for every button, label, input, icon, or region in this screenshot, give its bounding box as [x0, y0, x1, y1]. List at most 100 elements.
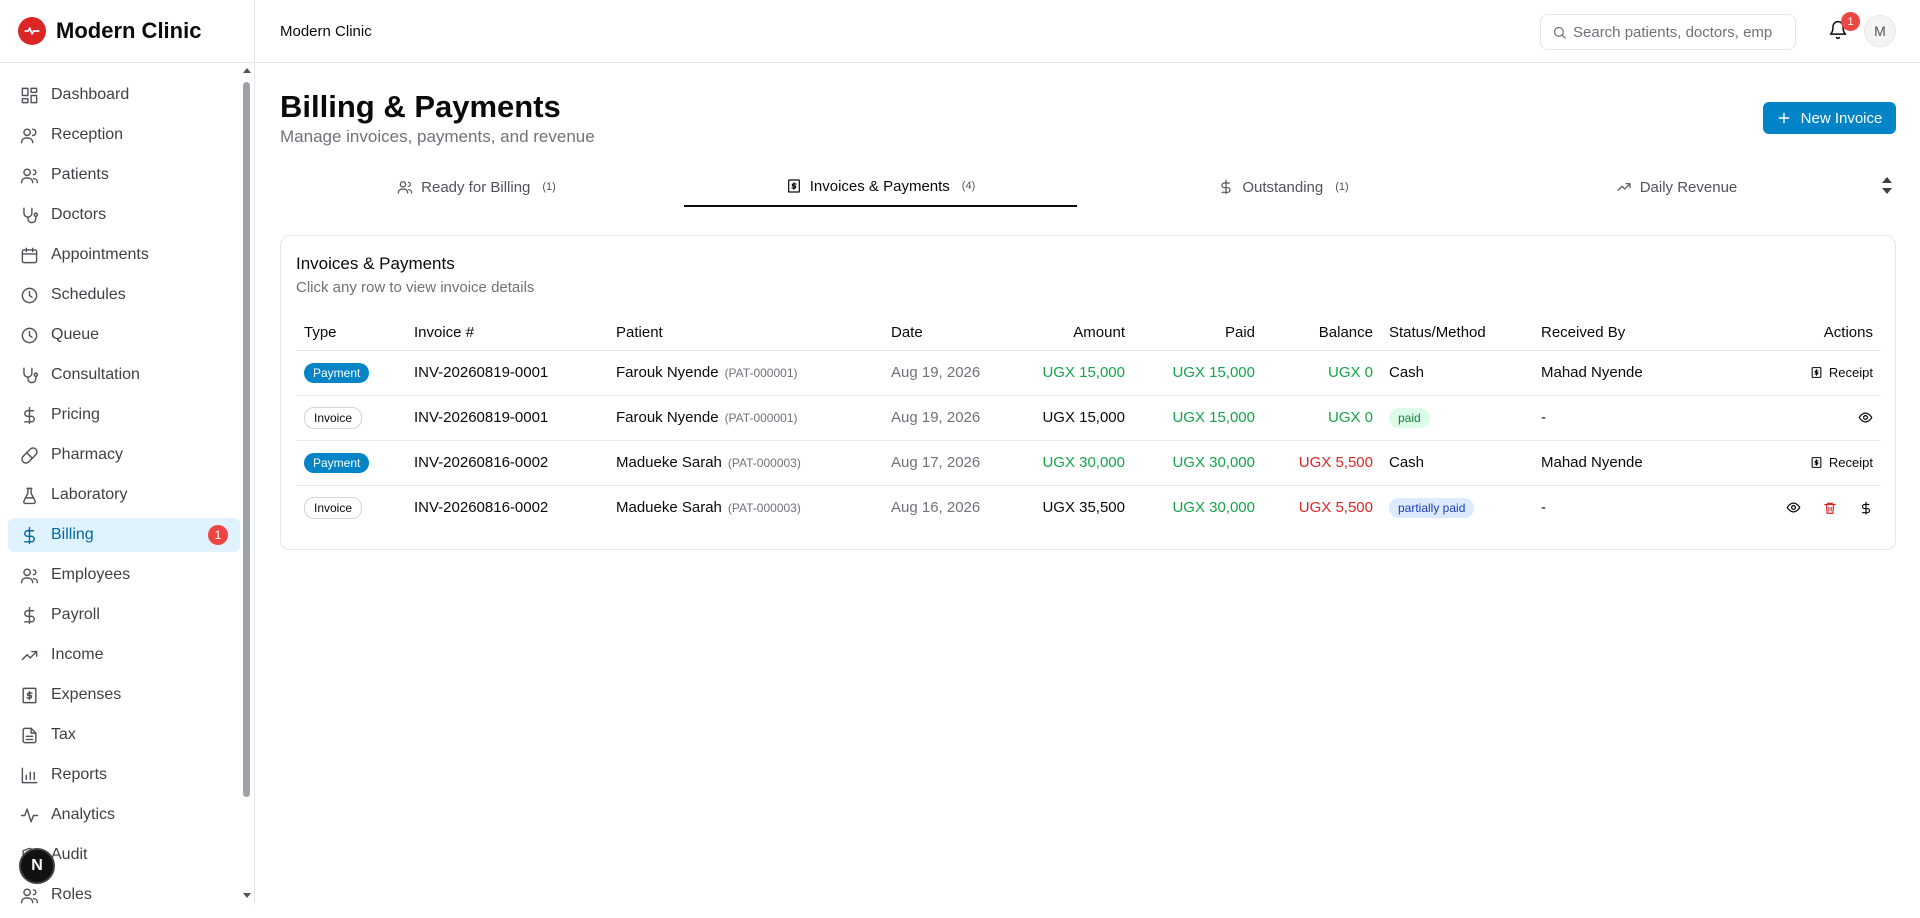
patient-id: (PAT-000001)	[724, 411, 798, 425]
brand[interactable]: Modern Clinic	[0, 0, 254, 63]
column-header-invoice: Invoice #	[406, 316, 608, 351]
sidebar-item-payroll[interactable]: Payroll	[8, 598, 240, 632]
amount-cell: UGX 35,500	[1042, 499, 1125, 517]
sidebar-item-reception[interactable]: Reception	[8, 118, 240, 152]
activity-icon	[20, 807, 39, 823]
sidebar-item-analytics[interactable]: Analytics	[8, 798, 240, 832]
column-header-date: Date	[883, 316, 1003, 351]
status-method-cell: partially paid	[1381, 485, 1533, 530]
record-payment-button[interactable]	[1859, 501, 1873, 515]
receipt-button[interactable]: Receipt	[1810, 455, 1873, 470]
patient-name: Farouk Nyende	[616, 364, 719, 381]
pill-icon	[21, 446, 38, 464]
sidebar-nav: Dashboard Reception Patients Doctors App…	[8, 78, 240, 918]
tab-label: Daily Revenue	[1639, 178, 1738, 196]
header-title: Modern Clinic	[280, 22, 372, 40]
receipt-label: Receipt	[1828, 455, 1873, 470]
type-badge: Payment	[304, 452, 370, 473]
receipt-icon	[1811, 457, 1822, 468]
sidebar-item-pricing[interactable]: Pricing	[8, 398, 240, 432]
tab-count: (1)	[542, 181, 556, 193]
sidebar-scrollbar-thumb[interactable]	[243, 82, 250, 797]
sidebar-scroll-down-arrow[interactable]	[243, 893, 251, 898]
sidebar-item-billing[interactable]: Billing 1	[8, 518, 240, 552]
sidebar-scrollbar[interactable]	[242, 70, 250, 892]
sidebar-item-schedules[interactable]: Schedules	[8, 278, 240, 312]
actions-cell	[1713, 395, 1881, 441]
tab-invoices-payments[interactable]: Invoices & Payments (4)	[684, 167, 1077, 207]
sidebar-item-employees[interactable]: Employees	[8, 558, 240, 592]
amount-cell: UGX 30,000	[1003, 440, 1133, 486]
patient-id: (PAT-000003)	[727, 501, 801, 516]
sidebar-item-income[interactable]: Income	[8, 638, 240, 672]
sidebar-item-pharmacy[interactable]: Pharmacy	[8, 438, 240, 472]
view-button[interactable]	[1858, 410, 1873, 425]
delete-button[interactable]	[1823, 501, 1837, 515]
amount-cell: UGX 15,000	[1003, 350, 1133, 396]
tab-daily-revenue[interactable]: Daily Revenue	[1480, 167, 1873, 207]
clock-icon	[21, 287, 38, 303]
sidebar-item-laboratory[interactable]: Laboratory	[8, 478, 240, 512]
view-button[interactable]	[1786, 500, 1801, 515]
table-row[interactable]: Invoice INV-20260816-0002 Madueke Sarah (…	[296, 485, 1881, 530]
column-header-patient: Patient	[608, 316, 883, 351]
column-header-balance: Balance	[1263, 316, 1381, 351]
sidebar-item-consultation[interactable]: Consultation	[8, 358, 240, 392]
notification-count-badge: 1	[1841, 12, 1860, 31]
invoices-payments-card: Invoices & Payments Click any row to vie…	[280, 235, 1896, 550]
page-title: Billing & Payments	[280, 89, 561, 124]
sidebar-item-dashboard[interactable]: Dashboard	[8, 78, 240, 112]
search-box[interactable]	[1540, 14, 1796, 50]
table-row[interactable]: Payment INV-20260816-0002 Madueke Sarah (…	[296, 440, 1881, 486]
heart-pulse-logo-icon	[18, 17, 46, 45]
dev-tools-badge[interactable]: N	[19, 848, 55, 884]
dollar-icon	[24, 606, 35, 624]
sidebar-item-roles[interactable]: Roles	[8, 878, 240, 912]
plus-icon	[1778, 112, 1790, 124]
sidebar-item-doctors[interactable]: Doctors	[8, 198, 240, 232]
amount-cell: UGX 15,000	[1003, 395, 1133, 441]
patient-id: (PAT-000003)	[727, 456, 801, 470]
table-row[interactable]: Payment INV-20260819-0001 Farouk Nyende (…	[296, 350, 1881, 396]
table-header-row: Type Invoice # Patient Date Amount Paid …	[296, 316, 1881, 351]
paid-cell: UGX 15,000	[1133, 395, 1263, 441]
sidebar-item-patients[interactable]: Patients	[8, 158, 240, 192]
top-header: Modern Clinic 1 M	[256, 0, 1920, 63]
status-method-cell: Cash	[1381, 440, 1533, 486]
chevron-down-icon[interactable]	[1882, 188, 1892, 194]
patient-cell: Farouk Nyende (PAT-000001)	[608, 350, 883, 396]
dollar-icon	[24, 406, 35, 424]
sidebar-item-label: Laboratory	[51, 486, 128, 503]
paid-cell: UGX 30,000	[1172, 499, 1255, 517]
sidebar-item-expenses[interactable]: Expenses	[8, 678, 240, 712]
sidebar-item-queue[interactable]: Queue	[8, 318, 240, 352]
sidebar-item-label: Dashboard	[51, 86, 130, 103]
date-cell: Aug 17, 2026	[883, 440, 1003, 486]
stethoscope-icon	[23, 207, 39, 223]
sidebar-item-reports[interactable]: Reports	[8, 758, 240, 792]
column-header-status-method: Status/Method	[1381, 316, 1533, 351]
sidebar-item-appointments[interactable]: Appointments	[8, 238, 240, 272]
search-icon	[1553, 26, 1566, 39]
sidebar-item-label: Billing	[51, 526, 94, 543]
tab-outstanding[interactable]: Outstanding (1)	[1087, 167, 1480, 207]
patient-id: (PAT-000001)	[724, 366, 798, 380]
search-input[interactable]	[1573, 23, 1783, 41]
balance-cell: UGX 0	[1263, 350, 1381, 396]
tab-ready-for-billing[interactable]: Ready for Billing (1)	[280, 167, 673, 207]
receipt-button[interactable]: Receipt	[1810, 365, 1873, 380]
chevron-up-icon[interactable]	[1882, 177, 1892, 183]
eye-icon	[1786, 502, 1801, 513]
sidebar-item-tax[interactable]: Tax	[8, 718, 240, 752]
brand-name: Modern Clinic	[56, 18, 202, 43]
new-invoice-button[interactable]: New Invoice	[1763, 102, 1896, 134]
table-row[interactable]: Invoice INV-20260819-0001 Farouk Nyende (…	[296, 395, 1881, 441]
balance-cell: UGX 5,500	[1298, 499, 1373, 517]
card-description: Click any row to view invoice details	[296, 279, 535, 296]
tabs-scroll-control[interactable]	[1882, 177, 1892, 194]
tab-count: (4)	[961, 180, 976, 192]
avatar[interactable]: M	[1864, 15, 1896, 47]
patient-name: Madueke Sarah	[616, 499, 722, 517]
sidebar-item-label: Patients	[51, 166, 109, 183]
receipt-icon	[1811, 367, 1822, 378]
